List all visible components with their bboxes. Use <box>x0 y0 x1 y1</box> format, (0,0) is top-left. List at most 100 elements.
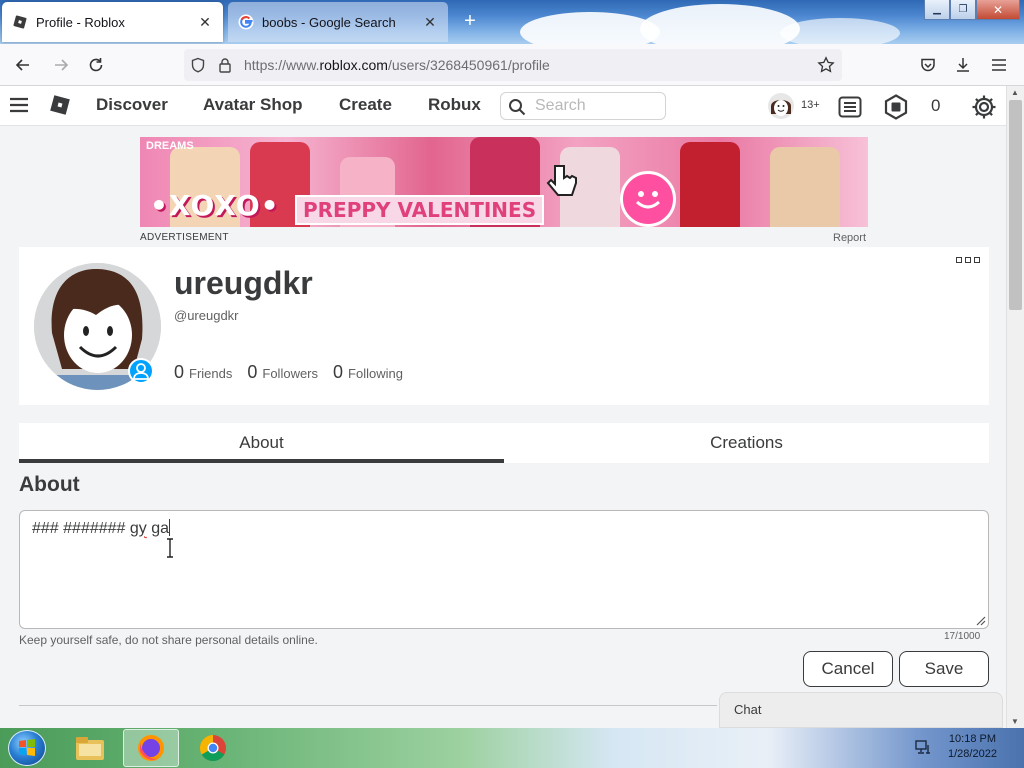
roblox-logo-icon[interactable] <box>48 93 72 117</box>
close-window-button[interactable]: ✕ <box>976 0 1020 20</box>
about-text-part: ga <box>146 520 170 537</box>
following-count: 0 <box>333 362 344 382</box>
profile-display-name: ureugdkr <box>174 265 313 301</box>
nav-discover[interactable]: Discover <box>96 95 168 115</box>
browser-tab-strip: Profile - Roblox ✕ boobs - Google Search… <box>0 0 1024 44</box>
close-tab-icon[interactable]: ✕ <box>422 14 438 31</box>
friends-stat[interactable]: 0 Friends <box>174 362 232 383</box>
robux-icon[interactable] <box>883 94 909 120</box>
resize-handle-icon[interactable] <box>974 614 986 626</box>
tab-profile-roblox[interactable]: Profile - Roblox ✕ <box>2 2 223 42</box>
nav-robux[interactable]: Robux <box>428 95 481 115</box>
following-label: Following <box>348 366 403 381</box>
search-input[interactable]: Search <box>500 92 666 120</box>
pocket-icon[interactable] <box>917 54 939 76</box>
ad-tagline: PREPPY VALENTINES <box>295 195 545 225</box>
page-scrollbar[interactable]: ▲ ▼ <box>1006 86 1024 728</box>
system-clock[interactable]: 10:18 PM 1/28/2022 <box>948 732 997 762</box>
section-divider <box>19 705 717 706</box>
followers-stat[interactable]: 0 Followers <box>247 362 318 383</box>
friends-label: Friends <box>189 366 233 381</box>
profile-header-card: ureugdkr @ureugdkr 0 Friends 0 Followers… <box>19 247 989 405</box>
bookmark-star-icon[interactable] <box>817 56 835 74</box>
chat-panel[interactable]: Chat <box>719 692 1003 728</box>
advertisement-banner[interactable]: DREAMS •XOXO• PREPPY VALENTINES <box>140 137 868 227</box>
clock-time: 10:18 PM <box>948 733 997 745</box>
scroll-thumb[interactable] <box>1009 100 1022 310</box>
age-label: 13+ <box>801 99 820 111</box>
ad-headline: •XOXO• <box>150 189 280 222</box>
followers-label: Followers <box>262 366 319 381</box>
followers-count: 0 <box>247 362 258 382</box>
cancel-button[interactable]: Cancel <box>803 651 893 687</box>
wallpaper-cloud <box>640 4 800 44</box>
robux-balance[interactable]: 0 <box>931 96 940 116</box>
about-text: ### ####### gy ga <box>32 519 171 538</box>
ad-label: ADVERTISEMENT <box>140 232 229 243</box>
more-options-icon[interactable] <box>956 257 982 267</box>
clock-date: 1/28/2022 <box>948 748 997 760</box>
wallpaper-cloud <box>780 18 900 44</box>
close-tab-icon[interactable]: ✕ <box>197 14 213 31</box>
text-caret <box>169 519 171 536</box>
tab-title: boobs - Google Search <box>262 14 396 30</box>
smiley-face-icon <box>620 171 676 227</box>
search-placeholder: Search <box>535 97 586 114</box>
roblox-header: Discover Avatar Shop Create Robux Search… <box>0 86 1006 126</box>
about-text-part: ### ####### <box>32 520 130 537</box>
address-bar[interactable]: https://www.roblox.com/users/3268450961/… <box>184 49 842 81</box>
window-controls: ▁ ❐ ✕ <box>924 0 1020 20</box>
nav-avatar-shop[interactable]: Avatar Shop <box>203 95 303 115</box>
browser-toolbar: https://www.roblox.com/users/3268450961/… <box>0 44 1024 86</box>
character-count: 17/1000 <box>944 631 981 642</box>
minimize-button[interactable]: ▁ <box>924 0 950 20</box>
windows-start-icon[interactable] <box>8 730 46 766</box>
following-stat[interactable]: 0 Following <box>333 362 403 383</box>
roblox-icon <box>13 15 27 29</box>
windows-taskbar: 10:18 PM 1/28/2022 <box>0 728 1024 768</box>
windows-explorer-icon[interactable] <box>62 729 118 767</box>
tab-about[interactable]: About <box>19 423 504 463</box>
search-icon <box>509 99 526 116</box>
wallpaper-cloud <box>520 12 660 44</box>
text-cursor-icon <box>167 538 173 558</box>
nav-create[interactable]: Create <box>339 95 392 115</box>
shield-icon[interactable] <box>190 57 206 73</box>
scroll-up-arrow-icon[interactable]: ▲ <box>1011 88 1019 97</box>
lock-icon[interactable] <box>218 57 232 73</box>
tab-creations[interactable]: Creations <box>504 423 989 463</box>
download-icon[interactable] <box>952 54 974 76</box>
misspelled-word: gy <box>129 520 147 537</box>
ad-character <box>680 142 740 227</box>
chrome-icon[interactable] <box>185 729 241 767</box>
network-icon[interactable] <box>914 738 932 756</box>
firefox-icon[interactable] <box>123 729 179 767</box>
url-domain: roblox.com <box>319 57 388 73</box>
restore-button[interactable]: ❐ <box>950 0 976 20</box>
gear-icon[interactable] <box>971 94 997 120</box>
online-status-icon <box>128 358 154 384</box>
tab-google-search[interactable]: boobs - Google Search ✕ <box>228 2 448 42</box>
safety-note: Keep yourself safe, do not share persona… <box>19 633 318 647</box>
hamburger-menu-icon[interactable] <box>988 54 1010 76</box>
new-tab-button[interactable]: + <box>458 10 482 34</box>
reload-icon[interactable] <box>85 54 107 76</box>
user-avatar-icon[interactable] <box>767 92 795 120</box>
save-button[interactable]: Save <box>899 651 989 687</box>
url-path: /users/3268450961/profile <box>387 57 550 73</box>
forward-arrow-icon[interactable] <box>50 54 72 76</box>
profile-stats: 0 Friends 0 Followers 0 Following <box>174 362 403 383</box>
friends-count: 0 <box>174 362 185 382</box>
menu-icon[interactable] <box>9 97 29 113</box>
back-arrow-icon[interactable] <box>12 54 34 76</box>
url-text[interactable]: https://www.roblox.com/users/3268450961/… <box>244 57 550 73</box>
report-ad-link[interactable]: Report <box>833 232 866 244</box>
chat-label: Chat <box>734 702 762 717</box>
url-prefix: https://www. <box>244 57 320 73</box>
about-textarea[interactable]: ### ####### gy ga <box>19 510 989 629</box>
ad-character <box>770 147 840 227</box>
notifications-list-icon[interactable] <box>837 94 863 120</box>
profile-username: @ureugdkr <box>174 308 239 323</box>
scroll-down-arrow-icon[interactable]: ▼ <box>1011 717 1019 726</box>
about-section-title: About <box>19 473 80 496</box>
